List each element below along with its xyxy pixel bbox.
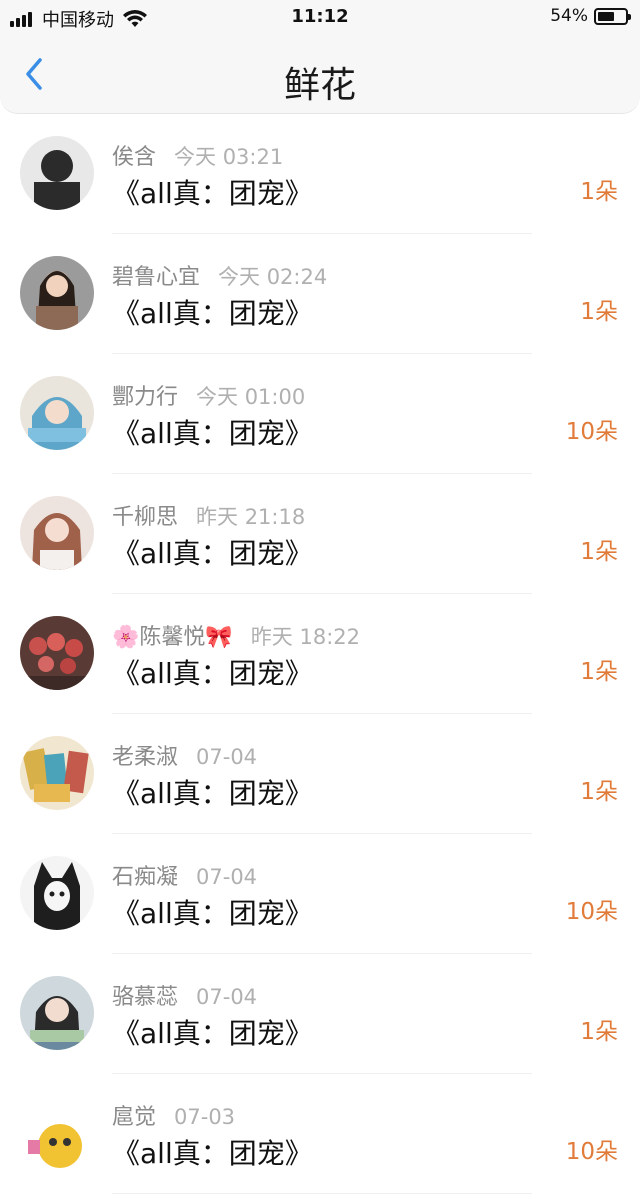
sender-name: 酆力行 bbox=[112, 385, 179, 410]
timestamp: 07-03 bbox=[174, 1105, 236, 1129]
avatar[interactable] bbox=[20, 1096, 94, 1170]
avatar[interactable] bbox=[20, 496, 94, 570]
timestamp: 07-04 bbox=[196, 865, 258, 889]
flower-count: 1朵 bbox=[580, 539, 618, 565]
timestamp: 今天 03:21 bbox=[174, 145, 284, 169]
list-item[interactable]: 千柳思 昨天 21:18 《all真：团宠》 1朵 bbox=[0, 474, 640, 594]
clock: 11:12 bbox=[291, 6, 349, 27]
book-title: 《all真：团宠》 bbox=[112, 417, 313, 450]
flower-count: 1朵 bbox=[580, 179, 618, 205]
flower-count: 1朵 bbox=[580, 779, 618, 805]
list-item[interactable]: 老柔淑 07-04 《all真：团宠》 1朵 bbox=[0, 714, 640, 834]
book-title: 《all真：团宠》 bbox=[112, 777, 313, 810]
book-title: 《all真：团宠》 bbox=[112, 537, 313, 570]
avatar[interactable] bbox=[20, 376, 94, 450]
timestamp: 今天 01:00 bbox=[196, 385, 306, 409]
list-item[interactable]: 酆力行 今天 01:00 《all真：团宠》 10朵 bbox=[0, 354, 640, 474]
flower-count: 10朵 bbox=[565, 1139, 618, 1165]
sender-name: 老柔淑 bbox=[112, 745, 179, 770]
avatar[interactable] bbox=[20, 736, 94, 810]
book-title: 《all真：团宠》 bbox=[112, 657, 313, 690]
timestamp: 07-04 bbox=[196, 985, 258, 1009]
sender-name: 骆慕蕊 bbox=[112, 985, 179, 1010]
timestamp: 昨天 18:22 bbox=[250, 625, 360, 649]
sender-name: 碧鲁心宜 bbox=[112, 265, 201, 290]
sender-name: 🌸陈馨悦🎀 bbox=[112, 625, 233, 650]
timestamp: 昨天 21:18 bbox=[196, 505, 306, 529]
flower-count: 1朵 bbox=[580, 1019, 618, 1045]
battery-percent: 54% bbox=[550, 6, 588, 26]
book-title: 《all真：团宠》 bbox=[112, 1017, 313, 1050]
status-bar: 中国移动 11:12 54% bbox=[0, 0, 640, 34]
battery-icon bbox=[594, 7, 631, 25]
sender-name: 扈觉 bbox=[112, 1105, 157, 1130]
avatar[interactable] bbox=[20, 976, 94, 1050]
list-item[interactable]: 碧鲁心宜 今天 02:24 《all真：团宠》 1朵 bbox=[0, 234, 640, 354]
flower-list: 俟含 今天 03:21 《all真：团宠》 1朵 碧鲁心宜 今天 02:24 《… bbox=[0, 114, 640, 1194]
book-title: 《all真：团宠》 bbox=[112, 177, 313, 210]
avatar[interactable] bbox=[20, 616, 94, 690]
sender-name: 俟含 bbox=[112, 145, 157, 170]
flower-count: 10朵 bbox=[565, 419, 618, 445]
list-item[interactable]: 石痴凝 07-04 《all真：团宠》 10朵 bbox=[0, 834, 640, 954]
sender-name: 千柳思 bbox=[112, 505, 179, 530]
flower-count: 1朵 bbox=[580, 299, 618, 325]
avatar[interactable] bbox=[20, 256, 94, 330]
page-title: 鲜花 bbox=[283, 65, 356, 106]
list-item[interactable]: 扈觉 07-03 《all真：团宠》 10朵 bbox=[0, 1074, 640, 1194]
book-title: 《all真：团宠》 bbox=[112, 1137, 313, 1170]
book-title: 《all真：团宠》 bbox=[112, 897, 313, 930]
timestamp: 07-04 bbox=[196, 745, 258, 769]
list-item[interactable]: 🌸陈馨悦🎀 昨天 18:22 《all真：团宠》 1朵 bbox=[0, 594, 640, 714]
book-title: 《all真：团宠》 bbox=[112, 297, 313, 330]
flower-count: 10朵 bbox=[565, 899, 618, 925]
list-item[interactable]: 俟含 今天 03:21 《all真：团宠》 1朵 bbox=[0, 114, 640, 234]
avatar[interactable] bbox=[20, 136, 94, 210]
flower-count: 1朵 bbox=[580, 659, 618, 685]
list-item[interactable]: 骆慕蕊 07-04 《all真：团宠》 1朵 bbox=[0, 954, 640, 1074]
nav-bar: 鲜花 bbox=[0, 34, 640, 114]
avatar[interactable] bbox=[20, 856, 94, 930]
timestamp: 今天 02:24 bbox=[218, 265, 328, 289]
sender-name: 石痴凝 bbox=[112, 865, 179, 890]
